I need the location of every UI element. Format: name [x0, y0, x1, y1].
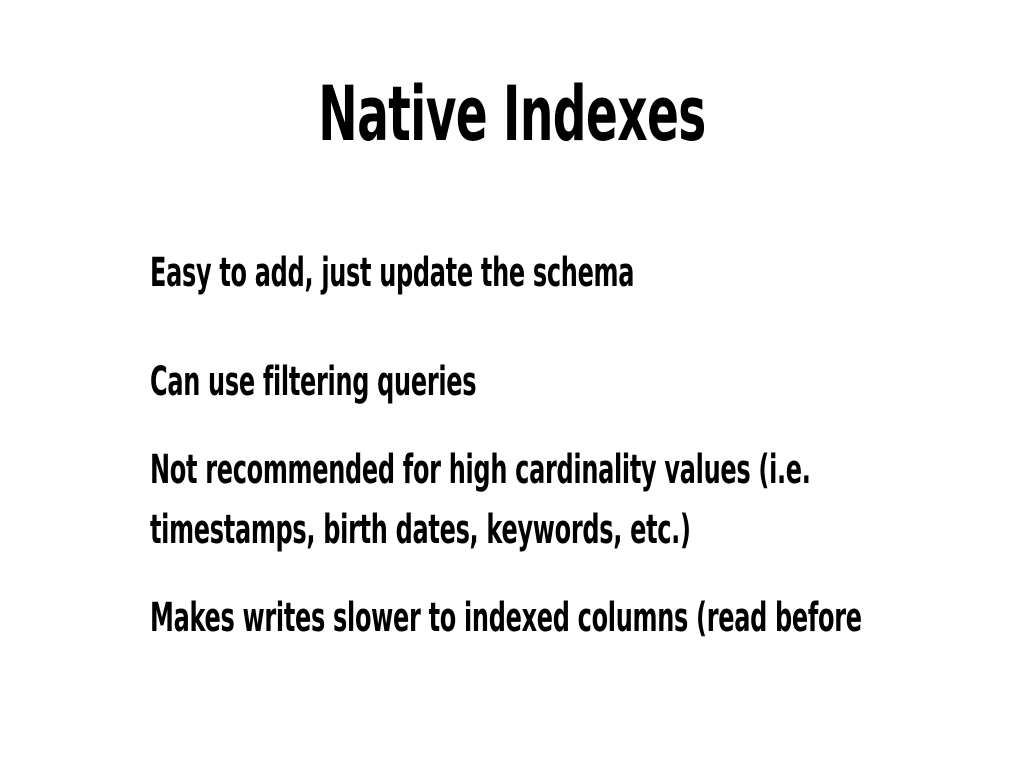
bullet-high-cardinality-line-2: timestamps, birth dates, keywords, etc.)	[150, 507, 691, 553]
bullet-writes-slower: Makes writes slower to indexed columns (…	[150, 595, 862, 641]
bullet-high-cardinality-line-1: Not recommended for high cardinality val…	[150, 447, 811, 493]
bullet-filtering-queries: Can use filtering queries	[150, 359, 477, 405]
slide-title: Native Indexes	[318, 69, 706, 158]
bullet-high-cardinality: Not recommended for high cardinality val…	[150, 440, 811, 560]
bullet-easy-to-add: Easy to add, just update the schema	[150, 250, 635, 296]
slide: Native Indexes Easy to add, just update …	[0, 0, 1024, 768]
